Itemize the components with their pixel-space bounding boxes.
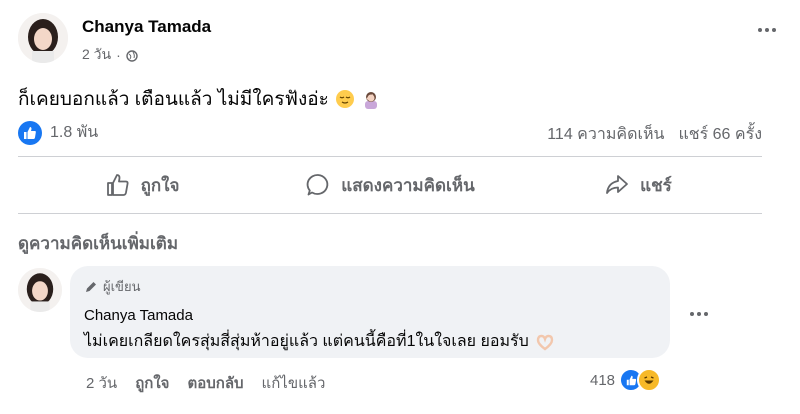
comment-like-button[interactable]: ถูกใจ — [135, 371, 169, 395]
divider — [18, 156, 762, 157]
comment-reaction-summary[interactable]: 418 — [590, 368, 662, 392]
like-button[interactable]: ถูกใจ — [18, 160, 266, 210]
share-count[interactable]: แชร์ 66 ครั้ง — [678, 122, 762, 147]
comment-button[interactable]: แสดงความคิดเห็น — [266, 160, 514, 210]
post-body: ก็เคยบอกแล้ว เตือนแล้ว ไม่มีใครฟังอ่ะ — [18, 89, 329, 110]
author-avatar[interactable] — [18, 13, 68, 63]
like-reaction-icon — [18, 120, 42, 145]
post-time[interactable]: 2 วัน — [82, 44, 111, 66]
comment-bubble-icon — [306, 174, 329, 196]
meta-dot: · — [116, 47, 121, 63]
pencil-icon — [86, 281, 96, 292]
comment-bubble: ผู้เขียน Chanya Tamada ไม่เคยเกลียดใครสุ… — [70, 266, 670, 358]
divider — [18, 213, 762, 214]
globe-icon — [126, 49, 138, 62]
haha-reaction-icon — [637, 368, 662, 392]
relieved-face-emoji-icon — [335, 89, 355, 109]
view-more-comments-link[interactable]: ดูความคิดเห็นเพิ่มเติม — [18, 230, 178, 257]
share-arrow-icon — [606, 175, 629, 194]
thumbs-up-icon — [106, 174, 129, 196]
comment-reply-button[interactable]: ตอบกลับ — [187, 371, 243, 395]
comment-edited-label: แก้ไขแล้ว — [261, 375, 326, 392]
comment-text: ไม่เคยเกลียดใครสุ่มสี่สุ่มห้าอยู่แล้ว แต… — [84, 329, 656, 354]
post-meta: 2 วัน · — [82, 44, 138, 66]
comment-label: แสดงความคิดเห็น — [341, 175, 475, 195]
share-label: แชร์ — [640, 175, 672, 195]
comment-actions: 2 วัน ถูกใจ ตอบกลับ แก้ไขแล้ว — [86, 371, 325, 395]
author-name[interactable]: Chanya Tamada — [82, 17, 211, 37]
post-actions: ถูกใจ แสดงความคิดเห็น แชร์ — [18, 160, 762, 210]
post-more-options-button[interactable] — [758, 28, 776, 32]
comment-time[interactable]: 2 วัน — [86, 371, 117, 395]
comment-reaction-count: 418 — [590, 371, 616, 389]
person-facepalming-emoji-icon — [361, 89, 381, 109]
comment-count[interactable]: 114 ความคิดเห็น — [547, 122, 664, 147]
share-button[interactable]: แชร์ — [514, 160, 762, 210]
like-label: ถูกใจ — [140, 175, 180, 195]
comment-more-options-button[interactable] — [690, 312, 708, 316]
commenter-avatar[interactable] — [18, 268, 62, 312]
reaction-summary[interactable]: 1.8 พัน — [18, 120, 98, 145]
reaction-count[interactable]: 1.8 พัน — [50, 120, 98, 145]
heart-hands-emoji-icon — [535, 332, 555, 352]
author-badge-label: ผู้เขียน — [103, 279, 141, 294]
author-badge: ผู้เขียน — [84, 276, 656, 297]
post-stats: 114 ความคิดเห็น แชร์ 66 ครั้ง — [547, 122, 762, 147]
post-text: ก็เคยบอกแล้ว เตือนแล้ว ไม่มีใครฟังอ่ะ — [18, 84, 381, 114]
comment-body: ไม่เคยเกลียดใครสุ่มสี่สุ่มห้าอยู่แล้ว แต… — [84, 333, 529, 350]
commenter-name[interactable]: Chanya Tamada — [84, 307, 656, 324]
